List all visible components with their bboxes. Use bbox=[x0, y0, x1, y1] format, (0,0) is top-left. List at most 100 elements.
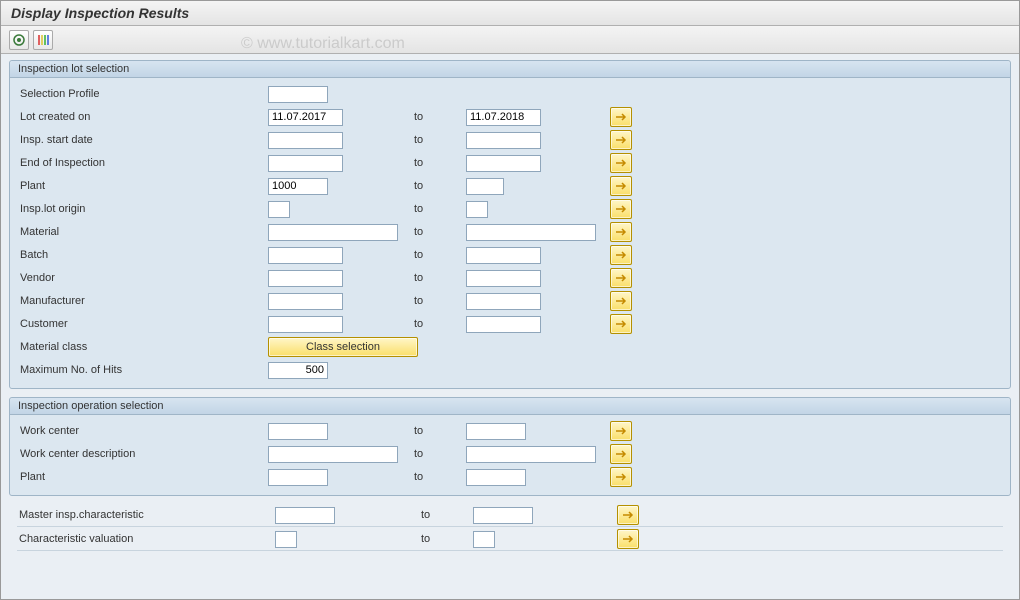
row-work-center-desc: Work center description to bbox=[18, 443, 1002, 465]
row-insp-start: Insp. start date to bbox=[18, 129, 1002, 151]
work-center-to-input[interactable] bbox=[466, 423, 526, 440]
row-selection-profile: Selection Profile bbox=[18, 83, 1002, 105]
char-valuation-to-input[interactable] bbox=[473, 531, 495, 548]
char-valuation-from-input[interactable] bbox=[275, 531, 297, 548]
row-max-hits: Maximum No. of Hits bbox=[18, 359, 1002, 381]
vendor-from-input[interactable] bbox=[268, 270, 343, 287]
multiple-selection-button[interactable] bbox=[610, 245, 632, 265]
manufacturer-from-input[interactable] bbox=[268, 293, 343, 310]
lot-created-to-input[interactable] bbox=[466, 109, 541, 126]
group-title: Inspection lot selection bbox=[10, 61, 1010, 78]
window: © www.tutorialkart.com Display Inspectio… bbox=[0, 0, 1020, 600]
row-batch: Batch to bbox=[18, 244, 1002, 266]
multiple-selection-button[interactable] bbox=[610, 107, 632, 127]
customer-from-input[interactable] bbox=[268, 316, 343, 333]
end-of-insp-to-input[interactable] bbox=[466, 155, 541, 172]
to-label: to bbox=[408, 180, 466, 192]
to-label: to bbox=[415, 509, 473, 521]
manufacturer-to-input[interactable] bbox=[466, 293, 541, 310]
label: Manufacturer bbox=[18, 295, 268, 307]
to-label: to bbox=[408, 318, 466, 330]
row-char-valuation: Characteristic valuation to bbox=[17, 528, 1003, 551]
label: Customer bbox=[18, 318, 268, 330]
multiple-selection-button[interactable] bbox=[610, 176, 632, 196]
label: Maximum No. of Hits bbox=[18, 364, 268, 376]
label: Material class bbox=[18, 341, 268, 353]
group-title: Inspection operation selection bbox=[10, 398, 1010, 415]
lot-created-from-input[interactable] bbox=[268, 109, 343, 126]
label: Master insp.characteristic bbox=[17, 509, 275, 521]
row-work-center: Work center to bbox=[18, 420, 1002, 442]
vendor-to-input[interactable] bbox=[466, 270, 541, 287]
label: Material bbox=[18, 226, 268, 238]
to-label: to bbox=[408, 272, 466, 284]
plant2-from-input[interactable] bbox=[268, 469, 328, 486]
row-vendor: Vendor to bbox=[18, 267, 1002, 289]
material-from-input[interactable] bbox=[268, 224, 398, 241]
master-char-from-input[interactable] bbox=[275, 507, 335, 524]
multiple-selection-button[interactable] bbox=[610, 291, 632, 311]
customer-to-input[interactable] bbox=[466, 316, 541, 333]
to-label: to bbox=[408, 249, 466, 261]
row-customer: Customer to bbox=[18, 313, 1002, 335]
class-selection-button[interactable]: Class selection bbox=[268, 337, 418, 357]
to-label: to bbox=[408, 448, 466, 460]
plant2-to-input[interactable] bbox=[466, 469, 526, 486]
row-plant: Plant to bbox=[18, 175, 1002, 197]
label: End of Inspection bbox=[18, 157, 268, 169]
work-center-from-input[interactable] bbox=[268, 423, 328, 440]
label: Characteristic valuation bbox=[17, 533, 275, 545]
multiple-selection-button[interactable] bbox=[610, 268, 632, 288]
label: Lot created on bbox=[18, 111, 268, 123]
label: Selection Profile bbox=[18, 88, 268, 100]
row-material-class: Material class Class selection bbox=[18, 336, 1002, 358]
multiple-selection-button[interactable] bbox=[610, 421, 632, 441]
row-manufacturer: Manufacturer to bbox=[18, 290, 1002, 312]
row-master-char: Master insp.characteristic to bbox=[17, 504, 1003, 527]
end-of-insp-from-input[interactable] bbox=[268, 155, 343, 172]
group-inspection-operation-selection: Inspection operation selection Work cent… bbox=[9, 397, 1011, 496]
to-label: to bbox=[408, 295, 466, 307]
label: Batch bbox=[18, 249, 268, 261]
label: Vendor bbox=[18, 272, 268, 284]
max-hits-input[interactable] bbox=[268, 362, 328, 379]
multiple-selection-button[interactable] bbox=[610, 222, 632, 242]
selection-profile-input[interactable] bbox=[268, 86, 328, 103]
work-center-desc-from-input[interactable] bbox=[268, 446, 398, 463]
label: Work center description bbox=[18, 448, 268, 460]
master-char-to-input[interactable] bbox=[473, 507, 533, 524]
batch-from-input[interactable] bbox=[268, 247, 343, 264]
to-label: to bbox=[408, 471, 466, 483]
to-label: to bbox=[408, 203, 466, 215]
plant-from-input[interactable] bbox=[268, 178, 328, 195]
row-lot-created: Lot created on to bbox=[18, 106, 1002, 128]
row-lot-origin: Insp.lot origin to bbox=[18, 198, 1002, 220]
label: Insp. start date bbox=[18, 134, 268, 146]
multiple-selection-button[interactable] bbox=[610, 314, 632, 334]
to-label: to bbox=[408, 425, 466, 437]
multiple-selection-button[interactable] bbox=[610, 467, 632, 487]
plant-to-input[interactable] bbox=[466, 178, 504, 195]
multiple-selection-button[interactable] bbox=[610, 199, 632, 219]
multiple-selection-button[interactable] bbox=[617, 529, 639, 549]
variants-button[interactable] bbox=[33, 30, 53, 50]
work-center-desc-to-input[interactable] bbox=[466, 446, 596, 463]
material-to-input[interactable] bbox=[466, 224, 596, 241]
insp-start-from-input[interactable] bbox=[268, 132, 343, 149]
execute-button[interactable] bbox=[9, 30, 29, 50]
to-label: to bbox=[408, 157, 466, 169]
lot-origin-from-input[interactable] bbox=[268, 201, 290, 218]
row-end-of-insp: End of Inspection to bbox=[18, 152, 1002, 174]
flat-rows: Master insp.characteristic to Characteri… bbox=[9, 504, 1011, 551]
batch-to-input[interactable] bbox=[466, 247, 541, 264]
page-title: Display Inspection Results bbox=[1, 1, 1019, 26]
multiple-selection-button[interactable] bbox=[610, 130, 632, 150]
to-label: to bbox=[408, 111, 466, 123]
multiple-selection-button[interactable] bbox=[610, 153, 632, 173]
to-label: to bbox=[408, 226, 466, 238]
lot-origin-to-input[interactable] bbox=[466, 201, 488, 218]
label: Work center bbox=[18, 425, 268, 437]
multiple-selection-button[interactable] bbox=[610, 444, 632, 464]
multiple-selection-button[interactable] bbox=[617, 505, 639, 525]
insp-start-to-input[interactable] bbox=[466, 132, 541, 149]
